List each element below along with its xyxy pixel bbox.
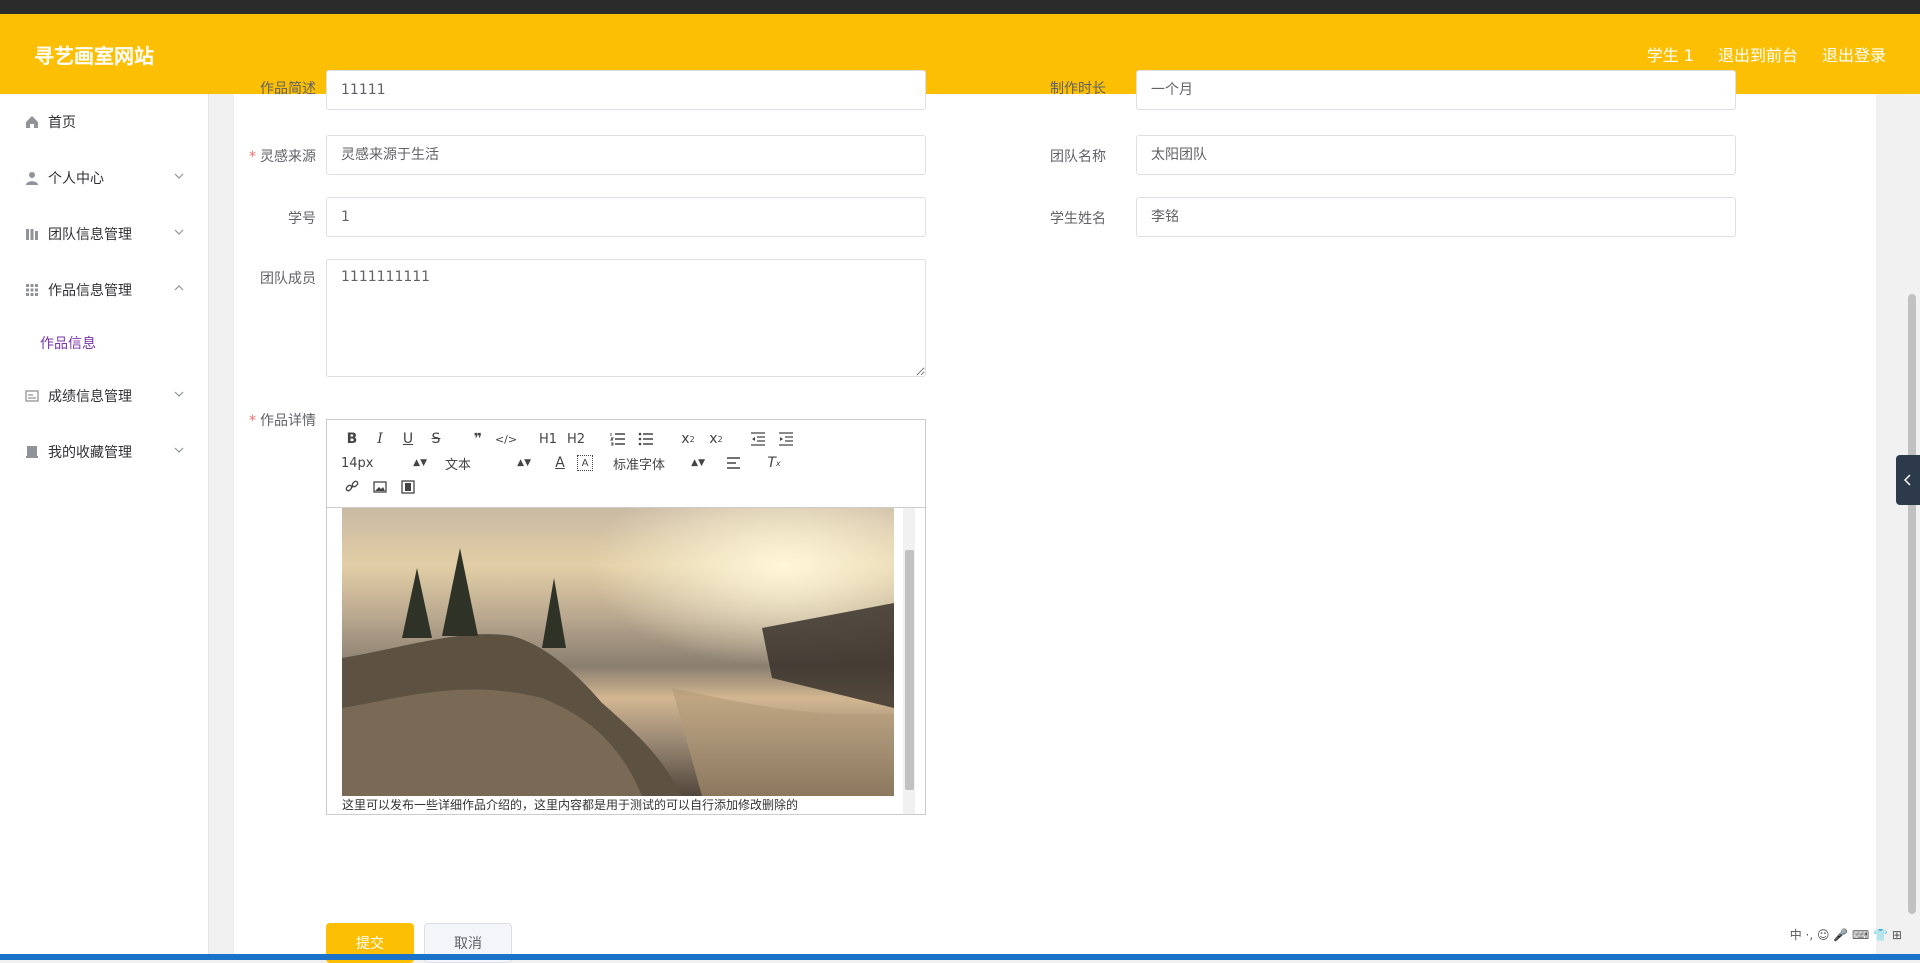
ordered-list-icon[interactable] [607,428,629,450]
font-size-value: 14px [341,455,374,471]
sidebar-item-label: 个人中心 [48,171,104,187]
italic-icon[interactable]: I [369,428,391,450]
header1-label: H1 [538,431,558,447]
font-color-icon[interactable]: A [549,452,571,474]
header2-icon[interactable]: H2 [565,428,587,450]
subscript-icon[interactable]: x2 [677,428,699,450]
block-type-select[interactable]: 文本 ▲▼ [445,454,531,473]
inspiration-input[interactable]: 灵感来源于生活 [326,135,926,175]
editor-toolbar: B I U S ❞ </> H1 H2 x2 x2 14px ▲▼ 文本 ▲▼ … [327,420,925,508]
main-content: 作品简述 11111 制作时长 一个月 灵感来源 灵感来源于生活 团队名称 太阳… [234,70,1876,963]
select-arrows-icon: ▲▼ [691,458,705,468]
block-type-value: 文本 [445,457,472,473]
indent-icon[interactable] [775,428,797,450]
header-links: 学生 1 退出到前台 退出登录 [1647,42,1886,66]
page-scroll-thumb[interactable] [1908,294,1916,914]
current-user-link[interactable]: 学生 1 [1647,42,1694,66]
link-icon[interactable] [341,476,363,498]
sidebar-item-home[interactable]: 首页 [0,94,208,150]
align-left-icon[interactable] [723,452,745,474]
ime-tray-text: 中 ·, ☺ 🎤 ⌨ 👕 ⊞ [1789,928,1902,942]
back-to-front-link[interactable]: 退出到前台 [1718,42,1798,66]
bullet-list-icon[interactable] [635,428,657,450]
landscape-photo [342,508,894,796]
image-icon[interactable] [369,476,391,498]
work-desc-label: 作品简述 [260,81,316,97]
chevron-down-icon [174,229,184,235]
sidebar-item-label: 首页 [48,115,76,131]
sidebar-item-label: 成绩信息管理 [48,389,132,405]
sidebar-item-personal-center[interactable]: 个人中心 [0,150,208,206]
duration-input[interactable]: 一个月 [1136,70,1736,110]
clear-format-icon[interactable]: Tx [763,452,785,474]
sidebar-item-works-management[interactable]: 作品信息管理 [0,262,208,318]
sidebar-subitem-works-info[interactable]: 作品信息 [0,318,208,368]
inspiration-label: 灵感来源 [234,146,316,166]
bold-icon[interactable]: B [341,428,363,450]
home-icon [24,114,40,130]
page-scrollbar[interactable] [1904,94,1920,960]
scores-icon [24,388,40,404]
video-icon[interactable] [397,476,419,498]
sidebar-item-scores-management[interactable]: 成绩信息管理 [0,368,208,424]
strikethrough-icon[interactable]: S [425,428,447,450]
editor-content[interactable]: 这里可以发布一些详细作品介绍的，这里内容都是用于测试的可以自行添加修改删除的 [327,508,925,814]
header1-icon[interactable]: H1 [537,428,559,450]
chevron-left-icon [1903,474,1911,486]
select-arrows-icon: ▲▼ [413,458,427,468]
rich-text-editor[interactable]: B I U S ❞ </> H1 H2 x2 x2 14px ▲▼ 文本 ▲▼ … [326,419,926,815]
editor-scrollbar[interactable] [903,508,915,814]
chevron-up-icon [174,285,184,291]
members-label: 团队成员 [260,271,316,287]
student-id-label: 学号 [288,211,316,227]
work-desc-input[interactable]: 11111 [326,70,926,110]
side-panel-toggle[interactable] [1896,455,1920,505]
sidebar-item-team-management[interactable]: 团队信息管理 [0,206,208,262]
blockquote-icon[interactable]: ❞ [467,428,489,450]
duration-label: 制作时长 [1050,81,1106,97]
chevron-down-icon [174,391,184,397]
collect-icon [24,444,40,460]
student-name-input[interactable]: 李铭 [1136,197,1736,237]
ime-tray[interactable]: 中 ·, ☺ 🎤 ⌨ 👕 ⊞ [1790,926,1902,943]
student-id-input[interactable]: 1 [326,197,926,237]
editor-scroll-thumb[interactable] [905,550,914,790]
details-label: 作品详情 [234,410,316,430]
background-color-icon[interactable]: A [577,455,593,471]
student-name-label: 学生姓名 [1050,211,1106,227]
sidebar: 首页 个人中心 团队信息管理 作品信息管理 作品信息 成绩信息管理 我的收藏管理 [0,94,209,954]
sidebar-item-collection-management[interactable]: 我的收藏管理 [0,424,208,480]
members-textarea[interactable]: 1111111111 [326,259,926,377]
font-family-select[interactable]: 标准字体 ▲▼ [613,454,705,473]
sidebar-item-label: 作品信息管理 [48,283,132,299]
superscript-icon[interactable]: x2 [705,428,727,450]
team-icon [24,226,40,242]
team-name-input[interactable]: 太阳团队 [1136,135,1736,175]
user-icon [24,170,40,186]
outdent-icon[interactable] [747,428,769,450]
team-name-label: 团队名称 [1050,149,1106,165]
taskbar-strip [0,954,1920,960]
font-size-select[interactable]: 14px ▲▼ [341,456,427,471]
logout-link[interactable]: 退出登录 [1822,42,1886,66]
chevron-down-icon [174,173,184,179]
site-brand[interactable]: 寻艺画室网站 [34,40,154,69]
editor-body-text: 这里可以发布一些详细作品介绍的，这里内容都是用于测试的可以自行添加修改删除的 [342,798,799,812]
font-family-value: 标准字体 [613,457,666,473]
header2-label: H2 [566,431,586,447]
window-top-strip [0,0,1920,14]
grid-icon [24,282,40,298]
sidebar-item-label: 团队信息管理 [48,227,132,243]
code-block-icon[interactable]: </> [495,428,517,450]
underline-icon[interactable]: U [397,428,419,450]
chevron-down-icon [174,447,184,453]
landscape-illustration [342,508,894,796]
sidebar-item-label: 我的收藏管理 [48,445,132,461]
select-arrows-icon: ▲▼ [517,458,531,468]
